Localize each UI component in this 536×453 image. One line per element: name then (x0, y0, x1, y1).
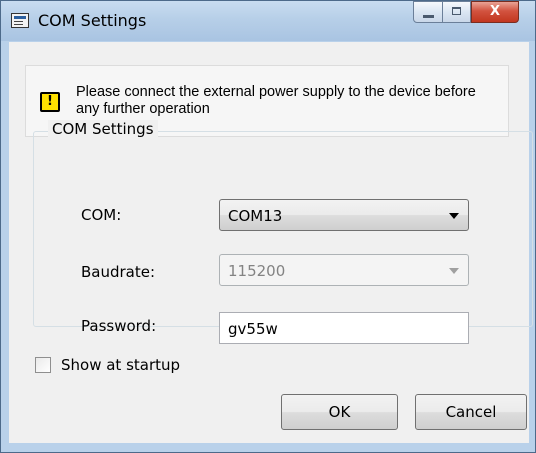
notice-text: Please connect the external power supply… (76, 84, 476, 117)
maximize-icon (452, 7, 461, 15)
close-button[interactable]: X (471, 1, 519, 23)
warning-icon: ! (40, 92, 60, 112)
show-at-startup-label[interactable]: Show at startup (61, 356, 180, 374)
title-bar[interactable]: COM Settings X (1, 1, 535, 41)
baudrate-label: Baudrate: (81, 263, 156, 281)
ok-button[interactable]: OK (281, 394, 398, 430)
password-label: Password: (81, 317, 157, 335)
baudrate-select[interactable]: 115200 (219, 254, 469, 286)
password-field[interactable] (219, 312, 469, 344)
caption-buttons: X (413, 1, 519, 25)
com-port-select[interactable]: COM13 (219, 199, 469, 231)
minimize-icon (423, 15, 434, 18)
chevron-down-icon (449, 268, 459, 274)
baudrate-value: 115200 (228, 262, 286, 280)
minimize-button[interactable] (413, 1, 443, 23)
maximize-button[interactable] (443, 1, 471, 23)
chevron-down-icon (449, 213, 459, 219)
password-input[interactable] (220, 313, 468, 343)
com-label: COM: (81, 206, 122, 224)
cancel-button[interactable]: Cancel (415, 394, 527, 430)
show-at-startup-checkbox[interactable] (35, 357, 51, 373)
close-icon: X (489, 4, 501, 19)
window-title: COM Settings (38, 11, 147, 30)
com-port-value: COM13 (228, 207, 283, 225)
com-settings-window: COM Settings X ! Please connect the exte… (0, 0, 536, 453)
window-app-icon (11, 13, 29, 28)
group-title: COM Settings (48, 120, 158, 138)
